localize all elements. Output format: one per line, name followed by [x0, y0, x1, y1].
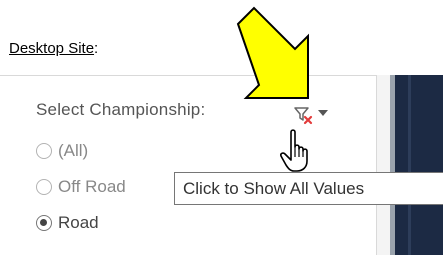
radio-option-road[interactable]: Road [36, 212, 99, 234]
heading-label: Desktop Site [9, 40, 95, 57]
caret-down-icon[interactable] [318, 110, 328, 116]
radio-button[interactable] [36, 214, 52, 231]
heading-suffix: : [94, 40, 99, 57]
option-label: (All) [58, 141, 89, 160]
radio-option-all[interactable]: (All) [36, 140, 88, 162]
pane-divider [390, 75, 395, 255]
tooltip: Click to Show All Values [174, 172, 443, 205]
filter-title: Select Championship: [36, 100, 206, 119]
dashboard-pane [390, 75, 443, 255]
panel-gap [377, 75, 390, 255]
yellow-arrow-icon [236, 6, 309, 99]
hand-pointer-icon [280, 129, 308, 172]
section-heading: Desktop Site: [9, 40, 98, 57]
pane-divider [408, 75, 411, 255]
option-label: Off Road [58, 177, 126, 196]
option-label: Road [58, 213, 99, 232]
radio-button[interactable] [36, 178, 52, 195]
radio-button[interactable] [36, 142, 52, 159]
radio-option-off-road[interactable]: Off Road [36, 176, 126, 198]
